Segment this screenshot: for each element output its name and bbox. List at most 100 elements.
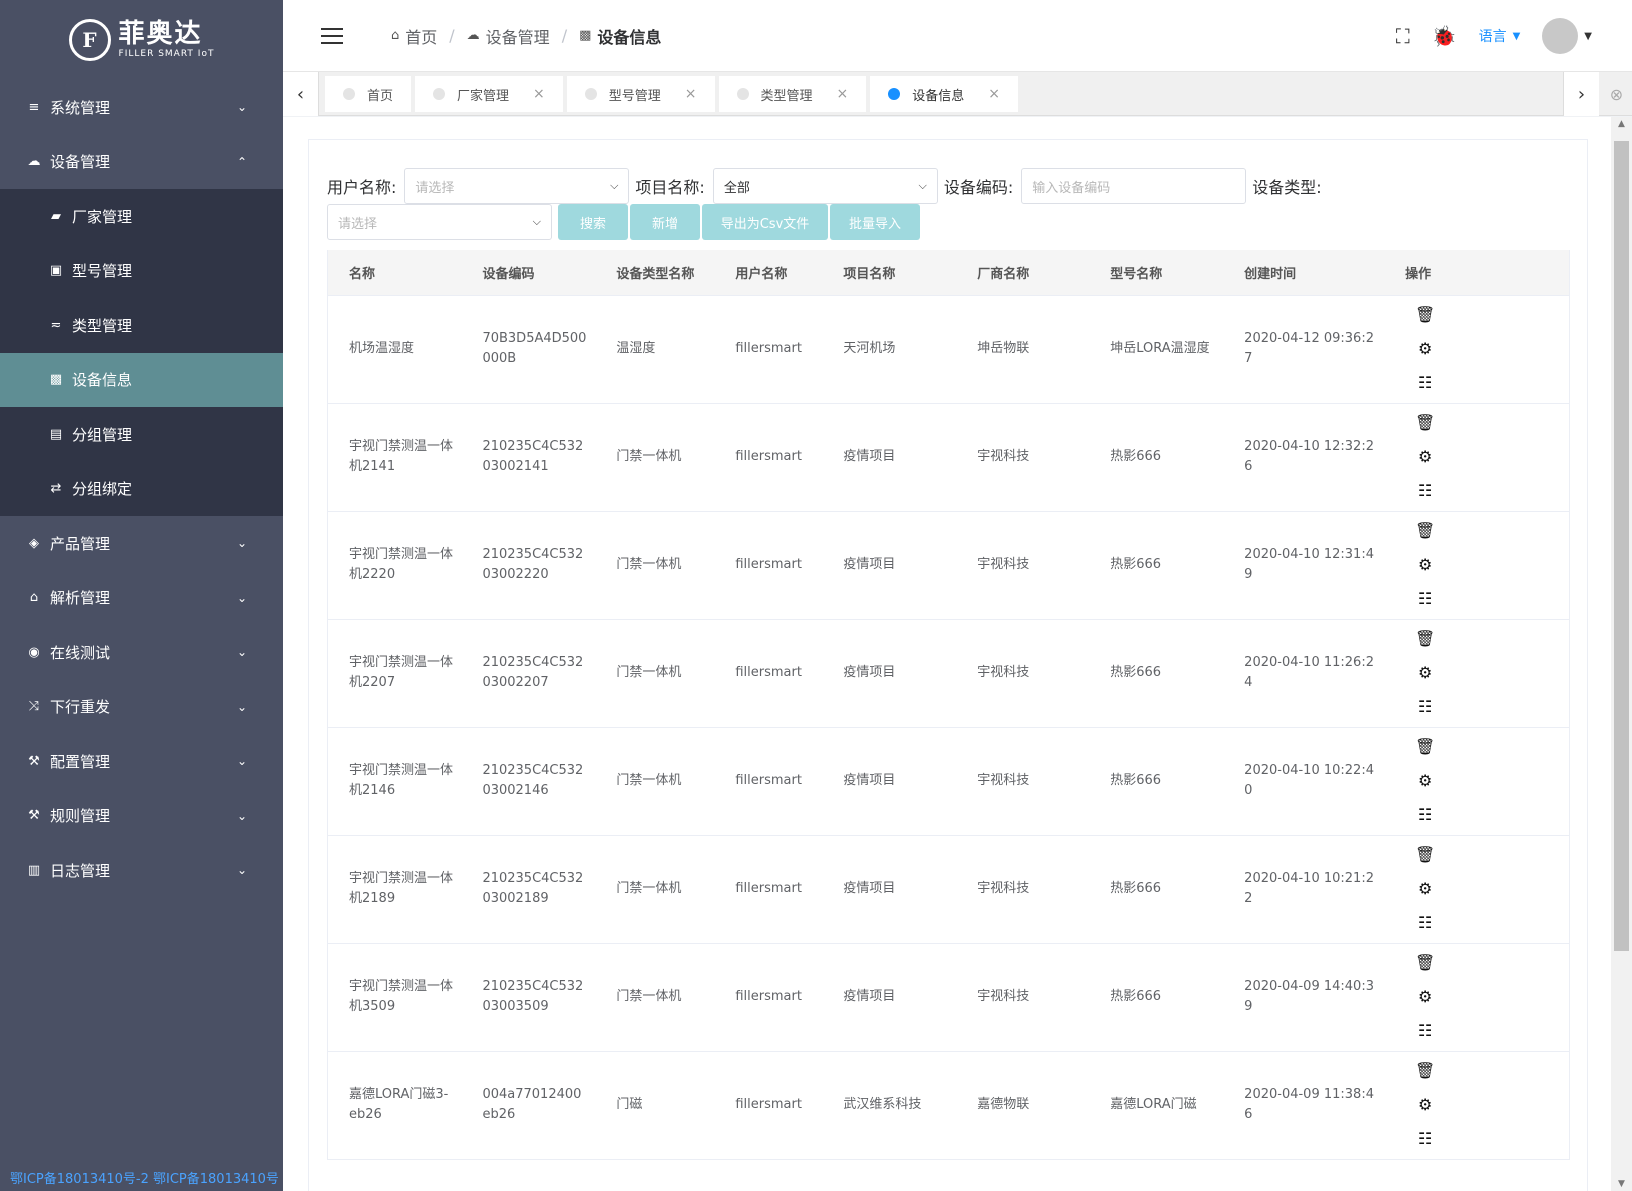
trash-icon[interactable]: 🗑 <box>1415 953 1435 973</box>
breadcrumb-item[interactable]: ⌂ 首页 <box>391 24 437 48</box>
cell-text: 210235C4C53203002207 <box>482 655 584 690</box>
sidebar-item[interactable]: ⚒ 规则管理 ⌄ <box>0 789 283 844</box>
cell-text: 2020-04-10 11:26:24 <box>1244 655 1374 690</box>
trash-icon[interactable]: 🗑 <box>1415 629 1435 649</box>
scrollbar-thumb[interactable] <box>1614 141 1629 951</box>
user-select[interactable]: 请选择 ⌵ <box>404 168 630 204</box>
trash-icon[interactable]: 🗑 <box>1415 737 1435 757</box>
search-button[interactable]: 搜索 <box>558 204 628 240</box>
sidebar-item[interactable]: ⚒ 配置管理 ⌄ <box>0 734 283 789</box>
table-row: 嘉德LORA门磁3-eb26 004a77012400eb26 门磁 fillersm… <box>327 1051 1571 1160</box>
list-detail-icon[interactable]: ☷ <box>1418 589 1432 609</box>
sidebar-subitem[interactable]: ⇄ 分组绑定 <box>0 462 283 517</box>
sidebar-item[interactable]: ▥ 日志管理 ⌄ <box>0 843 283 898</box>
bug-icon[interactable]: 🐞 <box>1432 24 1457 48</box>
tab-item[interactable]: 设备信息 × <box>870 76 1019 112</box>
cell-text: 宇视科技 <box>977 665 1030 680</box>
export-csv-button[interactable]: 导出为Csv文件 <box>702 204 828 240</box>
list-detail-icon[interactable]: ☷ <box>1418 1129 1432 1149</box>
cell-text: 热影666 <box>1110 989 1162 1004</box>
chevron-down-icon: ⌵ <box>610 179 619 192</box>
sidebar-subitem[interactable]: ▣ 型号管理 <box>0 244 283 299</box>
home-icon: ⌂ <box>29 590 39 606</box>
scroll-down-icon[interactable]: ▼ <box>1611 1179 1632 1189</box>
table-cell: 宇视科技 <box>956 835 1090 944</box>
table-cell: 宇视门禁测温一体机2189 <box>327 835 462 944</box>
table-row: 宇视门禁测温一体机2189 210235C4C53203002189 门禁一体机 fi… <box>327 835 1571 944</box>
gear-icon[interactable]: ⚙ <box>1418 555 1432 575</box>
scrollbar[interactable]: ▲ ▼ <box>1611 117 1632 1191</box>
cell-text: 宇视门禁测温一体机2146 <box>349 763 454 798</box>
table-cell-actions: 🗑 ⚙ ☷ <box>1384 943 1571 1052</box>
close-icon[interactable]: × <box>685 86 697 102</box>
tab-item[interactable]: 类型管理 × <box>718 76 867 112</box>
close-icon[interactable]: × <box>988 86 1000 102</box>
gear-icon[interactable]: ⚙ <box>1418 879 1432 899</box>
gear-icon[interactable]: ⚙ <box>1418 339 1432 359</box>
close-all-tabs-icon[interactable]: ⊗ <box>1601 72 1632 116</box>
table-cell: fillersmart <box>714 835 823 944</box>
list-detail-icon[interactable]: ☷ <box>1418 481 1432 501</box>
sidebar-subitem[interactable]: ▰ 厂家管理 <box>0 189 283 244</box>
sidebar-item[interactable]: ◈ 产品管理 ⌄ <box>0 516 283 571</box>
list-detail-icon[interactable]: ☷ <box>1418 913 1432 933</box>
gear-icon[interactable]: ⚙ <box>1418 1095 1432 1115</box>
table-cell: 热影666 <box>1089 403 1224 512</box>
table-cell: 210235C4C53203002207 <box>461 619 596 728</box>
add-button[interactable]: 新增 <box>630 204 700 240</box>
device-icon: ▩ <box>579 28 592 43</box>
trash-icon[interactable]: 🗑 <box>1415 1061 1435 1081</box>
batch-import-button[interactable]: 批量导入 <box>830 204 920 240</box>
tab-item[interactable]: 型号管理 × <box>566 76 715 112</box>
chevron-down-icon: ⌄ <box>236 863 247 878</box>
list-detail-icon[interactable]: ☷ <box>1418 805 1432 825</box>
trash-icon[interactable]: 🗑 <box>1415 521 1435 541</box>
type-select[interactable]: 请选择 ⌵ <box>327 204 552 240</box>
sidebar: F 菲奥达 FILLER SMART IoT ≡ 系统管理 ⌄ ☁ 设备管理 ⌃ ▰ 厂家管理… <box>0 0 283 1191</box>
trash-icon[interactable]: 🗑 <box>1415 413 1435 433</box>
avatar[interactable] <box>1542 18 1579 54</box>
code-input[interactable]: 输入设备编码 <box>1021 168 1247 204</box>
fullscreen-icon[interactable]: ⛶ <box>1396 24 1410 48</box>
gear-icon[interactable]: ⚙ <box>1418 447 1432 467</box>
trash-icon[interactable]: 🗑 <box>1415 305 1435 325</box>
sidebar-item[interactable]: ⌂ 解析管理 ⌄ <box>0 571 283 626</box>
trash-icon[interactable]: 🗑 <box>1415 845 1435 865</box>
breadcrumb-item[interactable]: ☁ 设备管理 <box>467 24 550 48</box>
cell-text: 武汉维系科技 <box>843 1097 922 1112</box>
close-icon[interactable]: × <box>837 86 849 102</box>
cell-text: 疫情项目 <box>843 989 896 1004</box>
tabs-scroll-left-icon[interactable]: ‹ <box>283 72 319 116</box>
hamburger-icon[interactable] <box>321 27 343 44</box>
sidebar-item[interactable]: ◉ 在线测试 ⌄ <box>0 625 283 680</box>
hammer-icon: ⚒ <box>28 808 40 824</box>
gear-icon[interactable]: ⚙ <box>1418 771 1432 791</box>
sidebar-item[interactable]: ≡ 系统管理 ⌄ <box>0 80 283 135</box>
chevron-down-icon: ⌄ <box>236 645 247 660</box>
sidebar-item[interactable]: ⤨ 下行重发 ⌄ <box>0 680 283 735</box>
tab-item[interactable]: 首页 <box>325 76 412 112</box>
tab-item[interactable]: 厂家管理 × <box>415 76 563 112</box>
sidebar-subitem[interactable]: ▤ 分组管理 <box>0 407 283 462</box>
sidebar-subitem[interactable]: ≂ 类型管理 <box>0 298 283 353</box>
project-select[interactable]: 全部 ⌵ <box>712 168 938 204</box>
breadcrumb-item: ▩ 设备信息 <box>579 24 661 48</box>
sidebar-item[interactable]: ☁ 设备管理 ⌃ <box>0 135 283 190</box>
caret-down-icon[interactable]: ▼ <box>1584 31 1592 42</box>
language-dropdown[interactable]: 语言 ▼ <box>1479 26 1521 46</box>
scroll-up-icon[interactable]: ▲ <box>1611 119 1632 129</box>
gear-icon[interactable]: ⚙ <box>1418 987 1432 1007</box>
list-detail-icon[interactable]: ☷ <box>1418 373 1432 393</box>
sidebar-subitem[interactable]: ▩ 设备信息 <box>0 352 283 407</box>
cell-text: 2020-04-10 12:32:26 <box>1244 439 1374 474</box>
close-icon[interactable]: × <box>533 86 545 102</box>
cell-text: 嘉德LORA门磁3-eb26 <box>349 1087 449 1122</box>
table-cell: 宇视科技 <box>956 619 1090 728</box>
table-cell: 热影666 <box>1089 835 1224 944</box>
list-detail-icon[interactable]: ☷ <box>1418 697 1432 717</box>
table-header-cell: 设备类型名称 <box>595 250 715 296</box>
gear-icon[interactable]: ⚙ <box>1418 663 1432 683</box>
icp-text[interactable]: 鄂ICP备18013410号-2 鄂ICP备18013410号 <box>10 1168 279 1187</box>
list-detail-icon[interactable]: ☷ <box>1418 1021 1432 1041</box>
tabs-scroll-right-icon[interactable]: › <box>1563 72 1599 116</box>
